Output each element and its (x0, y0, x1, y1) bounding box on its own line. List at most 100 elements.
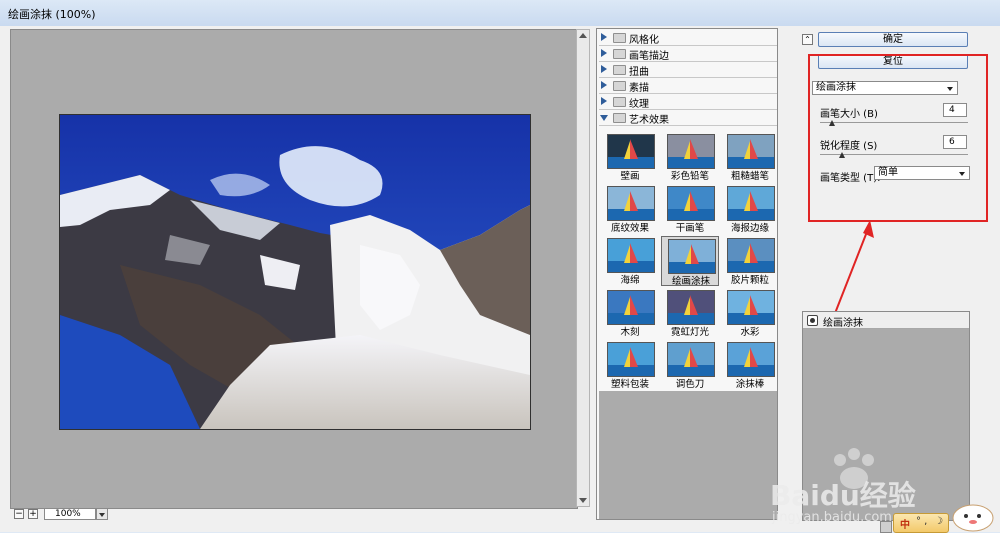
mountain-painting-image (60, 115, 530, 429)
category-stylize[interactable]: 风格化 (599, 30, 777, 46)
preview-image (59, 114, 531, 430)
filter-thumb[interactable]: 水彩 (721, 288, 779, 338)
filter-thumb-label: 绘画涂抹 (671, 276, 710, 287)
effect-layer-label: 绘画涂抹 (823, 318, 863, 329)
filter-preview-thumbnail (667, 342, 715, 377)
filter-thumb-label: 海绵 (620, 275, 640, 286)
filter-thumb[interactable]: 胶片颗粒 (721, 236, 779, 286)
filter-thumb[interactable]: 粗糙蜡笔 (721, 132, 779, 182)
zoom-out-button[interactable]: − (14, 509, 24, 519)
sharpness-slider-knob[interactable] (839, 152, 846, 158)
filter-thumb[interactable]: 壁画 (601, 132, 659, 182)
filter-thumb-label: 海报边缘 (730, 223, 769, 234)
filter-thumb-label: 底纹效果 (610, 223, 649, 234)
folder-icon (613, 65, 626, 75)
filter-thumb[interactable]: 调色刀 (661, 340, 719, 390)
watermark-url: jingyan.baidu.com (772, 510, 892, 525)
zoom-in-button[interactable]: + (28, 509, 38, 519)
filter-thumbnails: 壁画 彩色铅笔 粗糙蜡笔底纹效果 干画笔 海报边缘海绵 绘画涂抹 胶片颗粒木刻 霓虹灯光 水彩塑… (599, 132, 777, 392)
folder-icon (613, 81, 626, 91)
collapse-arrow-icon[interactable] (600, 115, 608, 121)
brush-size-input[interactable]: 4 (943, 103, 967, 117)
filter-preview-thumbnail (607, 342, 655, 377)
expand-arrow-icon[interactable] (601, 65, 607, 73)
category-texture[interactable]: 纹理 (599, 94, 777, 110)
filter-thumb[interactable]: 底纹效果 (601, 184, 659, 234)
filter-thumb-label: 调色刀 (675, 379, 705, 390)
filter-preview-thumbnail (727, 238, 775, 273)
watermark-brand: Baidu经验 (770, 479, 916, 512)
sharpness-input[interactable]: 6 (943, 135, 967, 149)
ok-button[interactable]: 确定 (818, 32, 968, 47)
sharpness-label: 锐化程度 (S) (820, 141, 878, 152)
scroll-down-icon[interactable] (579, 498, 587, 503)
scroll-up-icon[interactable] (579, 33, 587, 38)
filter-thumb[interactable]: 霓虹灯光 (661, 288, 719, 338)
ime-toolbar[interactable]: 中 ° , ☽ (893, 513, 949, 533)
category-sketch[interactable]: 素描 (599, 78, 777, 94)
filter-preview-thumbnail (607, 186, 655, 221)
filter-select[interactable]: 绘画涂抹 (812, 81, 958, 95)
filter-thumb[interactable]: 绘画涂抹 (661, 236, 719, 287)
filter-preview-thumbnail (727, 290, 775, 325)
filter-thumb-label: 壁画 (620, 171, 640, 182)
filter-thumb-label: 胶片颗粒 (730, 275, 769, 286)
filter-gallery-window: − + 100% 风格化 画笔描边 扭曲 素描 纹理 艺术效果 壁画 彩色铅笔 … (0, 26, 1000, 533)
filter-thumb[interactable]: 彩色铅笔 (661, 132, 719, 182)
zoom-level[interactable]: 100% (44, 508, 96, 520)
effect-layer-row[interactable]: 绘画涂抹 (803, 312, 969, 329)
expand-arrow-icon[interactable] (601, 33, 607, 41)
filter-thumb[interactable]: 海报边缘 (721, 184, 779, 234)
zoom-dropdown-icon[interactable] (96, 508, 108, 520)
filter-preview-thumbnail (607, 134, 655, 169)
eye-icon[interactable] (807, 315, 818, 326)
filter-thumb[interactable]: 海绵 (601, 236, 659, 286)
category-artistic[interactable]: 艺术效果 (599, 110, 777, 126)
folder-open-icon (613, 113, 626, 123)
mascot-icon (952, 504, 994, 532)
brush-type-select[interactable]: 简单 (874, 166, 970, 180)
filter-thumb-label: 彩色铅笔 (670, 171, 709, 182)
filter-thumb[interactable]: 塑料包装 (601, 340, 659, 390)
filter-thumb[interactable]: 干画笔 (661, 184, 719, 234)
brush-size-slider-knob[interactable] (828, 120, 835, 126)
filter-preview-thumbnail (727, 134, 775, 169)
title-bar: 绘画涂抹 (100%) (0, 0, 1000, 27)
filter-thumb-label: 霓虹灯光 (670, 327, 709, 338)
filter-preview-thumbnail (667, 134, 715, 169)
filter-thumb[interactable]: 木刻 (601, 288, 659, 338)
filter-preview-thumbnail (667, 290, 715, 325)
filter-thumb[interactable]: 涂抹棒 (721, 340, 779, 390)
folder-icon (613, 49, 626, 59)
folder-icon (613, 97, 626, 107)
preview-scrollbar[interactable] (576, 29, 590, 507)
expand-arrow-icon[interactable] (601, 49, 607, 57)
filter-preview-thumbnail (727, 342, 775, 377)
window-title: 绘画涂抹 (100%) (8, 8, 96, 21)
collapse-gallery-button[interactable]: ⌃ (802, 34, 813, 45)
filter-preview-thumbnail (727, 186, 775, 221)
brush-size-slider[interactable] (820, 122, 968, 123)
filter-preview-thumbnail (668, 239, 716, 274)
preview-area[interactable] (10, 29, 578, 509)
annotation-arrow-icon (831, 220, 874, 322)
filter-thumb-label: 水彩 (740, 327, 760, 338)
expand-arrow-icon[interactable] (601, 97, 607, 105)
filter-settings-panel: 绘画涂抹 画笔大小 (B) 4 锐化程度 (S) 6 画笔类型 (T): 简单 (808, 54, 988, 222)
filter-browser: 风格化 画笔描边 扭曲 素描 纹理 艺术效果 壁画 彩色铅笔 粗糙蜡笔底纹效果 干画笔 (596, 28, 778, 520)
filter-preview-thumbnail (607, 290, 655, 325)
category-brush-strokes[interactable]: 画笔描边 (599, 46, 777, 62)
filter-thumb-label: 干画笔 (675, 223, 705, 234)
ime-moon-icon[interactable]: ☽ (934, 516, 943, 527)
category-distort[interactable]: 扭曲 (599, 62, 777, 78)
filter-thumb-label: 涂抹棒 (735, 379, 765, 390)
filter-preview-thumbnail (607, 238, 655, 273)
filter-preview-thumbnail (667, 186, 715, 221)
folder-icon (613, 33, 626, 43)
filter-thumb-label: 塑料包装 (610, 379, 649, 390)
ime-chinese-mode[interactable]: 中 (900, 516, 910, 531)
ime-punctuation[interactable]: ° , (916, 516, 927, 527)
browser-empty-area (599, 391, 777, 519)
filter-thumb-label: 粗糙蜡笔 (730, 171, 769, 182)
expand-arrow-icon[interactable] (601, 81, 607, 89)
